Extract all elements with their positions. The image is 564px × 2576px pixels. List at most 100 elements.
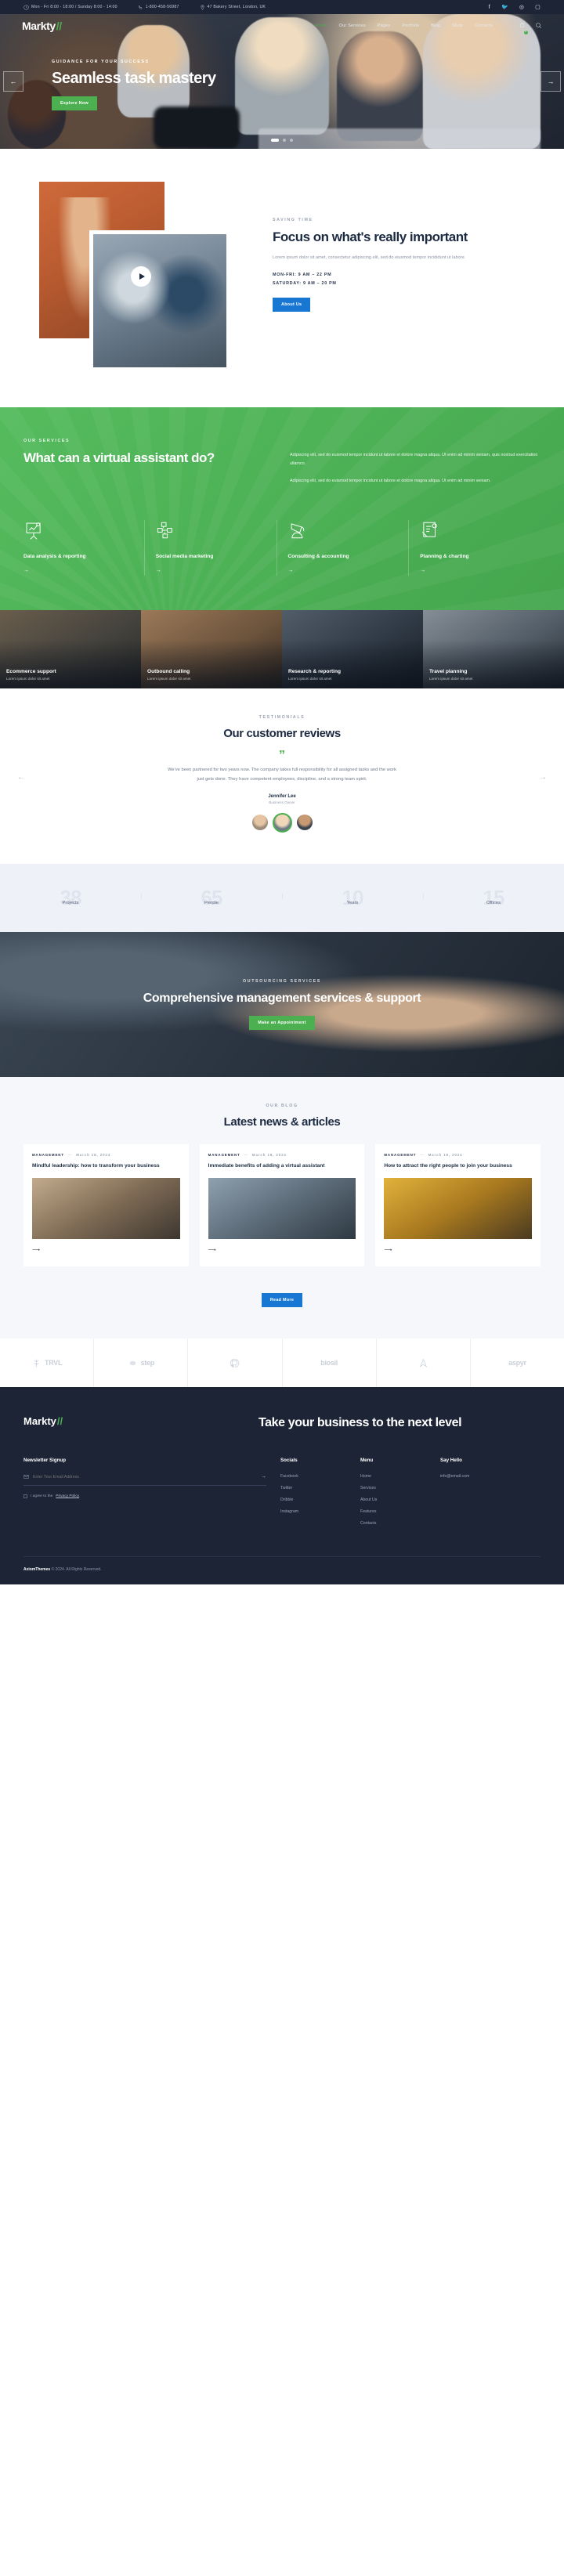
footer-link-services[interactable]: Services: [360, 1486, 426, 1490]
avatar-active[interactable]: [272, 813, 292, 833]
tile-research-reporting[interactable]: Research & reporting Lorem ipsum dolor si…: [282, 609, 423, 688]
cta-content: OUTSOURCING SERVICES Comprehensive manag…: [0, 932, 564, 1077]
brand-biosil[interactable]: biosil: [281, 1339, 376, 1388]
service-card-arrow[interactable]: →: [288, 568, 294, 573]
testimonial-avatars: [24, 813, 540, 833]
service-card-data-analysis[interactable]: Data analysis & reporting →: [24, 520, 144, 576]
network-nodes-icon: [157, 522, 172, 539]
blog-kicker: OUR BLOG: [266, 1104, 298, 1109]
twitter-icon[interactable]: 🐦: [501, 5, 508, 10]
footer-link-email[interactable]: info@email.com: [440, 1474, 506, 1479]
service-card-arrow[interactable]: →: [156, 568, 161, 573]
post-read-more-arrow[interactable]: ⟶: [384, 1247, 392, 1253]
brand-trvl[interactable]: TRVL: [0, 1339, 93, 1387]
newsletter-email-input[interactable]: [33, 1474, 261, 1479]
post-date: March 18, 2024: [76, 1153, 111, 1158]
nav-item-contacts[interactable]: Contacts: [475, 23, 493, 28]
footer-link-home[interactable]: Home: [360, 1474, 426, 1479]
facebook-icon[interactable]: f: [489, 5, 490, 10]
cart-icon: [519, 23, 525, 28]
brand-compass[interactable]: [375, 1339, 470, 1388]
service-card-planning[interactable]: Planning & charting →: [408, 520, 540, 576]
footer-link-contacts[interactable]: Contacts: [360, 1521, 426, 1526]
avatar[interactable]: [296, 815, 313, 831]
blog-post-card[interactable]: MANAGEMENT — March 18, 2024 How to attract…: [375, 1144, 541, 1267]
hero-dot-2[interactable]: [283, 139, 286, 142]
avatar[interactable]: [251, 815, 268, 831]
hero-dot-3[interactable]: [290, 139, 293, 142]
tile-text: Lorem ipsum dolor sit amet: [288, 677, 332, 681]
testimonials-section: TESTIMONIALS Our customer reviews ” We'v…: [0, 688, 564, 865]
hero-next-button[interactable]: →: [540, 71, 561, 92]
meta-separator: —: [420, 1153, 425, 1158]
blog-post-card[interactable]: MANAGEMENT — March 18, 2024 Mindful leader…: [24, 1144, 189, 1267]
page-root: Mon - Fri 8:00 - 18:00 / Sunday 8:00 - 1…: [0, 0, 564, 1585]
tile-text: Lorem ipsum dolor sit amet: [147, 677, 191, 681]
tile-text: Lorem ipsum dolor sit amet: [429, 677, 473, 681]
tile-outbound-calling[interactable]: Outbound calling Lorem ipsum dolor sit am…: [141, 609, 282, 688]
blog-posts: MANAGEMENT — March 18, 2024 Mindful leader…: [24, 1144, 541, 1267]
hero-dot-1[interactable]: [271, 139, 279, 142]
tile-title: Research & reporting: [288, 669, 342, 675]
search-button[interactable]: [535, 19, 542, 33]
nav-item-portfolio[interactable]: Portfolio: [402, 23, 419, 28]
tile-text: Lorem ipsum dolor sit amet: [6, 677, 50, 681]
focus-images: [24, 179, 258, 374]
hero-explore-button[interactable]: Explore Now: [52, 96, 97, 111]
service-card-title: Social media marketing: [155, 554, 214, 560]
testimonial-next-button[interactable]: →: [539, 773, 547, 782]
nav-item-our-services[interactable]: Our Services: [339, 23, 366, 28]
make-appointment-button[interactable]: Make an Appointment: [249, 1016, 315, 1031]
play-icon: [139, 273, 145, 280]
privacy-checkbox[interactable]: [24, 1494, 27, 1499]
brand-step[interactable]: step: [93, 1339, 187, 1388]
footer-link-facebook[interactable]: Facebook: [280, 1474, 346, 1479]
dribbble-icon[interactable]: ◎: [519, 5, 524, 10]
hero-prev-button[interactable]: ←: [3, 71, 24, 92]
phone-number[interactable]: 1-800-458-56987: [138, 5, 179, 10]
cart-badge: 0: [523, 30, 528, 34]
brand-github[interactable]: [187, 1339, 281, 1388]
brand-aspyr[interactable]: aspyr: [469, 1339, 564, 1388]
footer-link-instagram[interactable]: Instagram: [280, 1509, 346, 1514]
footer-column-title: Menu: [360, 1458, 374, 1464]
footer-logo-text: Markty: [24, 1415, 56, 1428]
testimonial-prev-button[interactable]: ←: [17, 773, 25, 782]
opening-hours: Mon - Fri 8:00 - 18:00 / Sunday 8:00 - 1…: [24, 4, 118, 10]
footer-link-twitter[interactable]: Twitter: [280, 1486, 346, 1490]
blog-post-card[interactable]: MANAGEMENT — March 18, 2024 Immediate bene…: [199, 1144, 365, 1267]
read-more-button[interactable]: Read More: [261, 1293, 303, 1308]
nav-item-blog[interactable]: Blog: [431, 23, 440, 28]
post-date: March 18, 2024: [251, 1153, 287, 1158]
footer-link-features[interactable]: Features: [360, 1509, 426, 1514]
service-card-social-media[interactable]: Social media marketing →: [143, 520, 277, 576]
nav-item-home[interactable]: Home: [315, 23, 327, 28]
tile-travel-planning[interactable]: Travel planning Lorem ipsum dolor sit ame…: [423, 609, 564, 688]
post-read-more-arrow[interactable]: ⟶: [32, 1247, 40, 1253]
play-video-button[interactable]: [131, 266, 151, 287]
focus-section: SAVING TIME Focus on what's really impor…: [0, 149, 564, 407]
instagram-icon[interactable]: ▢: [535, 5, 540, 10]
site-footer: Markty// Take your business to the next …: [0, 1387, 564, 1585]
github-icon: [230, 1358, 240, 1367]
service-card-arrow[interactable]: →: [420, 568, 425, 573]
post-read-more-arrow[interactable]: ⟶: [208, 1247, 216, 1253]
brand-name: aspyr: [508, 1359, 526, 1367]
phone-text: 1-800-458-56987: [145, 5, 179, 9]
footer-logo[interactable]: Markty//: [24, 1415, 63, 1427]
newsletter-submit-button[interactable]: →: [261, 1474, 266, 1479]
post-title: How to attract the right people to join …: [384, 1163, 512, 1169]
privacy-policy-link[interactable]: Privacy Policy: [56, 1494, 79, 1498]
nav-item-shop[interactable]: Shop: [452, 23, 463, 28]
about-us-button[interactable]: About Us: [273, 298, 311, 313]
footer-link-about-us[interactable]: About Us: [360, 1498, 426, 1502]
testimonial-body: We've been partnered for two years now. …: [168, 768, 396, 782]
service-card-consulting[interactable]: Consulting & accounting →: [276, 520, 409, 576]
site-logo[interactable]: Markty//: [22, 20, 62, 32]
tile-ecommerce-support[interactable]: Ecommerce support Lorem ipsum dolor sit a…: [0, 609, 141, 688]
service-card-arrow[interactable]: →: [24, 568, 29, 573]
footer-link-dribble[interactable]: Dribble: [280, 1498, 346, 1502]
nav-item-pages[interactable]: Pages: [378, 23, 391, 28]
chart-board-icon: [26, 522, 41, 540]
cart-button[interactable]: 0: [519, 19, 528, 34]
